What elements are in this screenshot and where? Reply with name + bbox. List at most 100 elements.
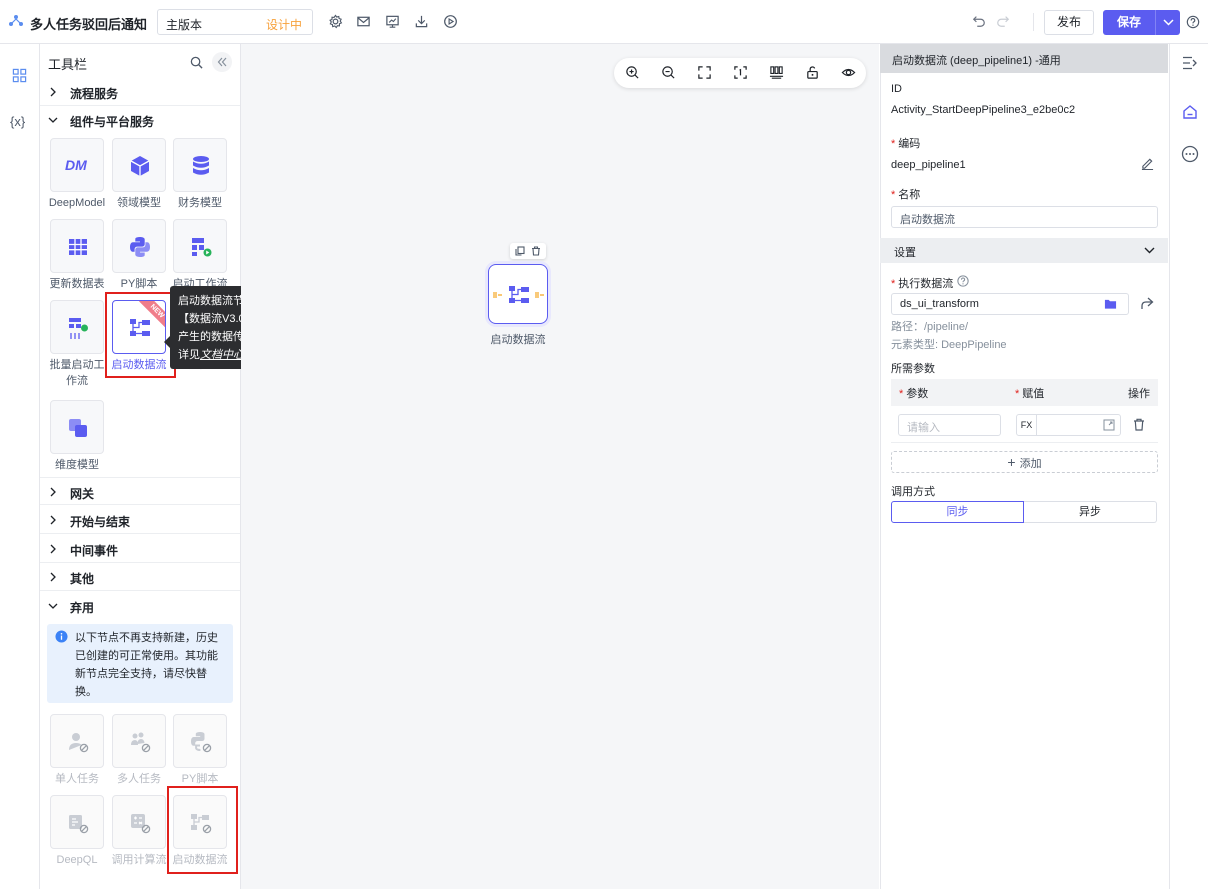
redo-icon[interactable] <box>996 14 1010 28</box>
settings-label: 设置 <box>894 247 916 259</box>
param-value-input[interactable]: FX <box>1016 414 1121 436</box>
chevron-right-icon <box>50 87 56 97</box>
start-workflow-icon <box>192 238 212 257</box>
fit-screen-icon[interactable] <box>697 65 712 80</box>
settings-section-header[interactable]: 设置 <box>880 238 1168 263</box>
id-label: ID <box>891 83 902 95</box>
path-text: 路径：/pipeline/ <box>891 321 969 333</box>
section-components-platform[interactable]: 组件与平台服务 <box>40 106 240 134</box>
collapse-panel-icon[interactable] <box>212 52 232 72</box>
code-value: deep_pipeline1 <box>891 159 966 171</box>
actual-size-icon[interactable] <box>733 65 748 80</box>
code-label-text: 编码 <box>898 138 921 150</box>
async-option[interactable]: 异步 <box>1024 501 1157 523</box>
col-value-text: 赋值 <box>1022 388 1045 400</box>
monitor-chart-icon[interactable] <box>385 14 401 30</box>
param-name-input[interactable]: 请输入 <box>898 414 1001 436</box>
preview-eye-icon[interactable] <box>841 65 856 80</box>
output-port-icon <box>535 292 544 298</box>
edit-pencil-icon[interactable] <box>1141 157 1154 170</box>
mail-icon[interactable] <box>356 14 372 30</box>
copy-icon[interactable] <box>515 246 525 256</box>
home-icon[interactable] <box>1182 104 1198 120</box>
tile-call-compute-flow[interactable] <box>112 795 166 849</box>
unlock-icon[interactable] <box>805 65 820 80</box>
tile-domain-model[interactable] <box>112 138 166 192</box>
tile-py-script[interactable] <box>112 219 166 273</box>
folder-icon[interactable] <box>1104 298 1117 310</box>
dataflow-node[interactable] <box>488 264 548 324</box>
jump-link-icon[interactable] <box>1140 297 1154 310</box>
divider <box>1033 13 1034 31</box>
tile-multi-task[interactable] <box>112 714 166 768</box>
docs-center-link[interactable]: 文档中心 <box>200 349 244 361</box>
col-param: * 参数 <box>899 388 929 400</box>
component-grid-icon[interactable] <box>12 68 27 83</box>
tile-label: DeepModel <box>48 197 106 209</box>
expand-panel-icon[interactable] <box>1182 56 1198 70</box>
highlight-box <box>167 786 238 874</box>
more-options-icon[interactable] <box>1181 145 1199 163</box>
call-mode-label: 调用方式 <box>891 486 935 498</box>
tile-update-table[interactable] <box>50 219 104 273</box>
tile-dimension-model[interactable] <box>50 400 104 454</box>
node-label: 启动数据流 <box>490 334 546 346</box>
delete-icon[interactable] <box>1133 418 1145 431</box>
tile-finance-model[interactable] <box>173 138 227 192</box>
run-play-icon[interactable] <box>443 14 459 30</box>
sync-option[interactable]: 同步 <box>891 501 1024 523</box>
tile-label: 单人任务 <box>55 773 99 785</box>
add-label: 添加 <box>1019 458 1042 470</box>
tile-label: 领域模型 <box>117 197 161 209</box>
name-input[interactable]: 启动数据流 <box>891 206 1158 228</box>
version-selector[interactable]: 主版本 设计中 <box>157 9 313 35</box>
section-intermediate-events[interactable]: 中间事件 <box>40 535 240 563</box>
deprecated-notice: 以下节点不再支持新建，历史已创建的可正常使用。其功能新节点完全支持，请尽快替换。 <box>47 624 233 703</box>
add-param-button[interactable]: + 添加 <box>891 451 1158 473</box>
notice-text: 以下节点不再支持新建，历史已创建的可正常使用。其功能新节点完全支持，请尽快替换。 <box>75 632 218 698</box>
section-label: 开始与结束 <box>70 515 131 529</box>
params-label: 所需参数 <box>891 363 935 375</box>
undo-icon[interactable] <box>972 14 986 28</box>
zoom-in-icon[interactable] <box>625 65 640 80</box>
search-icon[interactable] <box>190 56 203 69</box>
tile-py-script-deprecated[interactable] <box>173 714 227 768</box>
section-gateway[interactable]: 网关 <box>40 477 240 505</box>
multi-task-icon <box>131 732 151 753</box>
publish-button[interactable]: 发布 <box>1044 10 1094 35</box>
page-title: 多人任务驳回后通知 <box>30 17 148 32</box>
delete-icon[interactable] <box>531 246 541 256</box>
section-start-end[interactable]: 开始与结束 <box>40 506 240 534</box>
download-icon[interactable] <box>414 14 430 30</box>
zoom-out-icon[interactable] <box>661 65 676 80</box>
tile-deepmodel[interactable]: DM <box>50 138 104 192</box>
align-icon[interactable] <box>769 65 784 80</box>
col-param-text: 参数 <box>906 388 929 400</box>
right-rail <box>1169 44 1208 889</box>
section-process-services[interactable]: 流程服务 <box>40 78 240 106</box>
divider <box>891 442 1158 443</box>
section-label: 流程服务 <box>70 87 119 101</box>
database-icon <box>193 156 209 175</box>
variables-icon[interactable]: {x} <box>10 114 25 129</box>
save-button[interactable]: 保存 <box>1103 10 1155 35</box>
help-circle-icon[interactable] <box>957 275 969 287</box>
section-deprecated[interactable]: 弃用 <box>40 592 240 620</box>
python-icon <box>191 732 212 753</box>
chevron-down-icon <box>48 117 58 123</box>
tile-deepql[interactable] <box>50 795 104 849</box>
exec-dataflow-input[interactable]: ds_ui_transform <box>891 293 1129 315</box>
help-icon[interactable] <box>1186 15 1200 29</box>
section-label: 其他 <box>70 572 95 586</box>
compute-flow-icon <box>131 814 151 834</box>
save-dropdown-button[interactable] <box>1155 10 1180 35</box>
settings-gear-icon[interactable] <box>328 14 344 30</box>
deepmodel-icon: DM <box>65 157 87 173</box>
flow-canvas[interactable] <box>241 44 879 889</box>
tile-batch-start-workflow[interactable] <box>50 300 104 354</box>
tile-single-task[interactable] <box>50 714 104 768</box>
section-other[interactable]: 其他 <box>40 563 240 591</box>
expand-icon[interactable] <box>1103 419 1115 431</box>
tile-start-workflow[interactable] <box>173 219 227 273</box>
fx-button[interactable]: FX <box>1017 415 1037 435</box>
